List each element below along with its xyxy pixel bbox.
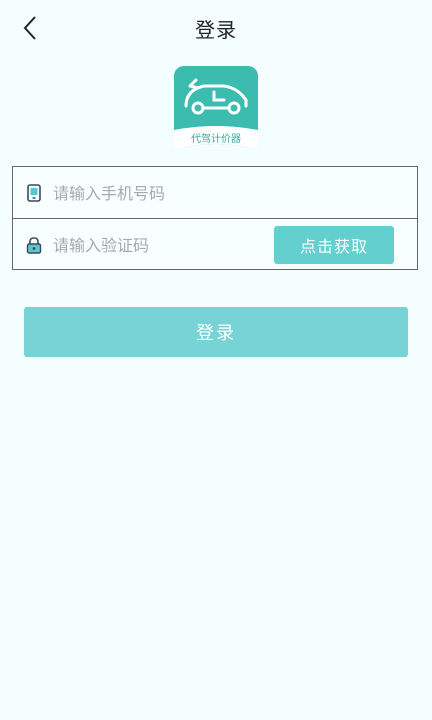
login-form: 点击获取 — [12, 166, 418, 270]
logo-caption: 代驾计价器 — [191, 134, 241, 145]
code-input[interactable] — [53, 232, 293, 258]
page-title: 登录 — [195, 18, 237, 42]
phone-input[interactable] — [53, 180, 293, 206]
phone-icon — [27, 184, 41, 202]
get-code-button[interactable]: 点击获取 — [274, 226, 394, 264]
car-meter-icon — [184, 78, 248, 115]
lock-icon — [26, 237, 42, 254]
code-row: 点击获取 — [13, 219, 417, 270]
login-button[interactable]: 登录 — [24, 307, 408, 357]
phone-row — [13, 167, 417, 219]
header: 登录 — [0, 0, 432, 56]
